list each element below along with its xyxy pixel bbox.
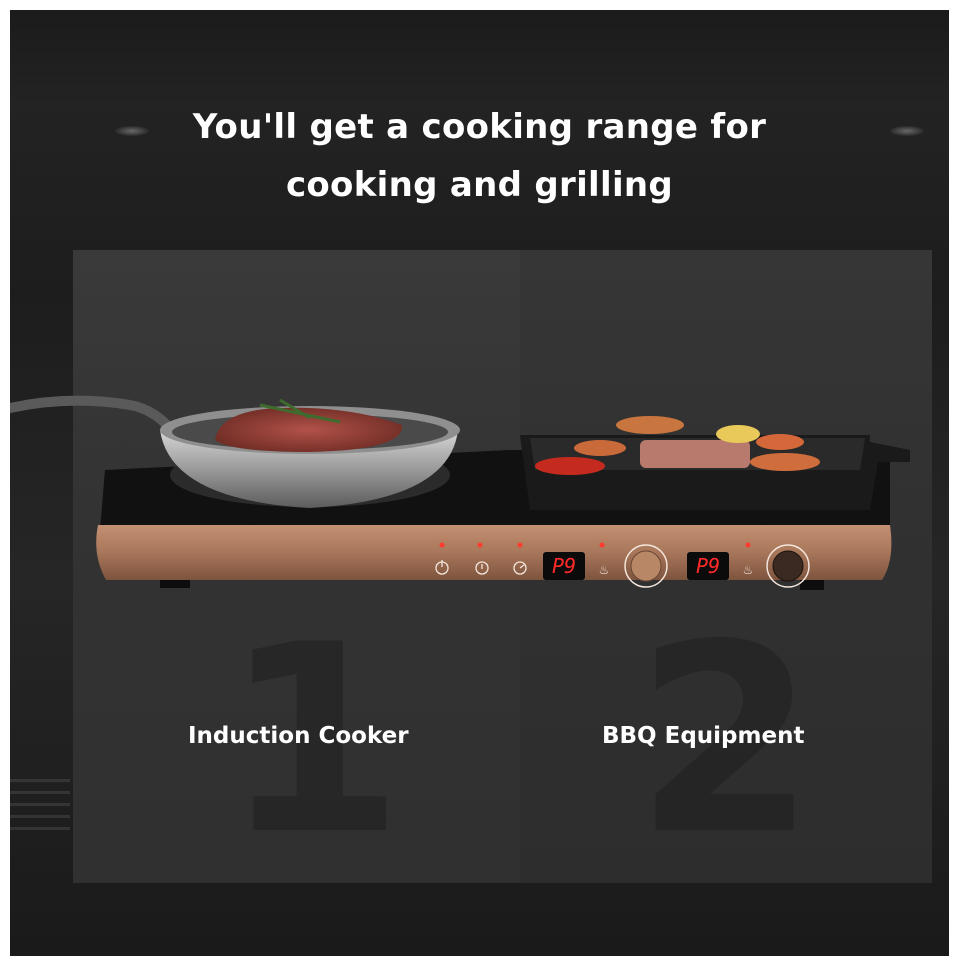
flame-icon: ♨: [743, 563, 754, 577]
foot: [800, 580, 824, 590]
tomatoes: [535, 457, 605, 475]
meat: [640, 440, 750, 468]
sausage: [756, 434, 804, 450]
product-image: You'll get a cooking range for cooking a…: [10, 10, 949, 956]
indicator-led: [477, 542, 483, 548]
headline-line-2: cooking and grilling: [285, 165, 674, 205]
display-left-text: P9: [552, 554, 576, 578]
display-right-text: P9: [696, 554, 720, 578]
sausage: [616, 416, 684, 434]
indicator-led: [599, 542, 605, 548]
panel-label: Induction Cooker: [188, 723, 409, 749]
headline: You'll get a cooking range for cooking a…: [10, 98, 949, 214]
background-shelf: [10, 770, 70, 830]
foot: [160, 580, 190, 588]
indicator-led: [745, 542, 751, 548]
panel-label: BBQ Equipment: [602, 723, 805, 749]
cooktop-illustration: P9 ♨ P9 ♨: [10, 395, 910, 590]
indicator-led: [517, 542, 523, 548]
indicator-led: [439, 542, 445, 548]
flame-icon: ♨: [599, 563, 610, 577]
knob-icon[interactable]: [624, 544, 668, 588]
knob-icon[interactable]: [766, 544, 810, 588]
sausage: [750, 453, 820, 471]
headline-line-1: You'll get a cooking range for: [192, 107, 767, 147]
lemon: [716, 425, 760, 443]
sausage: [574, 440, 626, 456]
